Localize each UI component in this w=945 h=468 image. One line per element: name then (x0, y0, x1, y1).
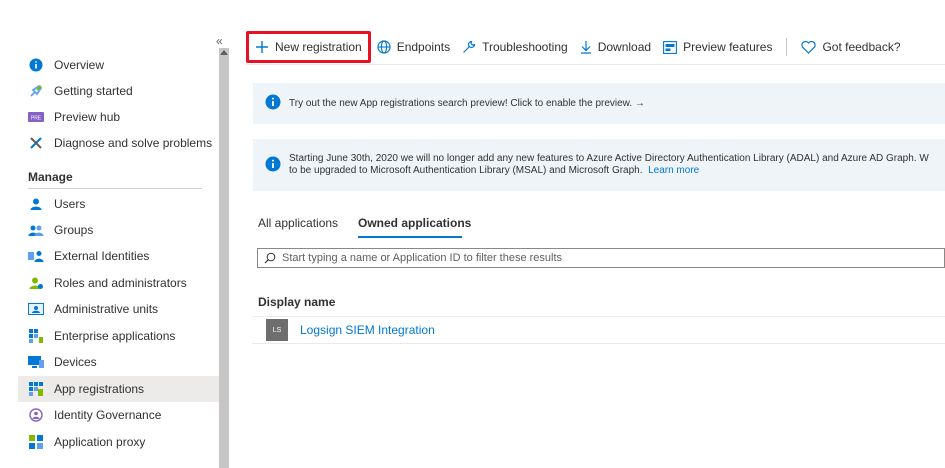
sidebar-item-label: Getting started (54, 84, 133, 98)
table-row[interactable]: LS Logsign SIEM Integration (252, 317, 945, 343)
download-button[interactable]: Download (574, 32, 657, 62)
manage-section-heading: Manage (28, 170, 73, 184)
admin-units-icon (28, 301, 44, 317)
active-tab-indicator (358, 236, 462, 238)
rocket-icon (28, 83, 44, 99)
plus-icon (255, 40, 269, 54)
sidebar-item-app-registrations[interactable]: App registrations (18, 376, 219, 402)
sidebar-item-label: Overview (54, 58, 105, 72)
sidebar-item-label: Identity Governance (54, 408, 162, 422)
new-registration-button[interactable]: New registration (246, 31, 371, 63)
sidebar-item-label: Devices (54, 355, 97, 369)
download-label: Download (597, 40, 652, 54)
sidebar-item-enterprise-apps[interactable]: Enterprise applications (18, 323, 218, 349)
preview-features-icon (663, 40, 678, 54)
got-feedback-label: Got feedback? (822, 40, 901, 54)
filter-input[interactable] (282, 252, 882, 264)
sidebar-item-diagnose[interactable]: Diagnose and solve problems (18, 130, 218, 156)
endpoints-button[interactable]: Endpoints (371, 32, 456, 62)
endpoints-label: Endpoints (396, 40, 451, 54)
sidebar-item-getting-started[interactable]: Getting started (18, 78, 218, 104)
sidebar-item-label: Roles and administrators (54, 276, 187, 290)
wrench-icon (462, 40, 476, 54)
info-icon (265, 156, 281, 175)
svg-text:PRE: PRE (31, 116, 42, 122)
roles-icon (28, 275, 44, 291)
troubleshooting-label: Troubleshooting (482, 40, 568, 54)
info-icon (28, 57, 44, 73)
toolbar-separator (786, 38, 788, 56)
preview-features-label: Preview features (683, 40, 773, 54)
sidebar-item-label: Diagnose and solve problems (54, 136, 213, 150)
identity-governance-icon (28, 407, 44, 423)
sidebar-item-admin-units[interactable]: Administrative units (18, 296, 218, 322)
adal-line-1: Starting June 30th, 2020 we will no long… (289, 153, 929, 164)
new-registration-label: New registration (275, 40, 362, 54)
left-nav-sidebar: « Overview Getting started PRE Preview h… (0, 0, 230, 468)
column-header-display-name[interactable]: Display name (258, 295, 335, 309)
scroll-up-arrow-icon[interactable] (220, 50, 228, 55)
sidebar-item-label: External Identities (54, 249, 150, 263)
app-registrations-icon (28, 381, 44, 397)
sidebar-item-overview[interactable]: Overview (18, 52, 218, 78)
sidebar-item-devices[interactable]: Devices (18, 349, 218, 375)
sidebar-item-label: Groups (54, 223, 94, 237)
info-icon (265, 94, 281, 113)
got-feedback-button[interactable]: Got feedback? (795, 32, 906, 62)
adal-deprecation-text: Starting June 30th, 2020 we will no long… (289, 153, 929, 177)
app-proxy-icon (28, 434, 44, 450)
user-icon (28, 196, 44, 212)
enterprise-apps-icon (28, 328, 44, 344)
group-icon (28, 222, 44, 238)
command-bar: New registration Endpoints Troubleshooti… (246, 30, 907, 64)
external-identities-icon (28, 248, 44, 264)
sidebar-item-external-identities[interactable]: External Identities (18, 243, 218, 269)
toolbar-divider (246, 64, 945, 65)
sidebar-item-label: Administrative units (54, 302, 159, 316)
tab-owned-applications[interactable]: Owned applications (358, 216, 471, 230)
sidebar-item-label: Preview hub (54, 110, 121, 124)
sidebar-item-preview-hub[interactable]: PRE Preview hub (18, 104, 218, 130)
search-preview-banner[interactable]: Try out the new App registrations search… (253, 83, 945, 124)
sidebar-item-label: Users (54, 197, 86, 211)
search-preview-text: Try out the new App registrations search… (289, 97, 645, 109)
adal-line-2: to be upgraded to Microsoft Authenticati… (289, 165, 929, 177)
devices-icon (28, 354, 44, 370)
search-icon (264, 252, 276, 264)
filter-box[interactable] (257, 248, 945, 268)
tab-all-applications[interactable]: All applications (258, 216, 338, 230)
app-name-link[interactable]: Logsign SIEM Integration (300, 323, 435, 337)
wrench-icon (28, 135, 44, 151)
sidebar-item-identity-governance[interactable]: Identity Governance (18, 402, 218, 428)
adal-line-2-text: to be upgraded to Microsoft Authenticati… (289, 165, 643, 176)
sidebar-item-users[interactable]: Users (18, 191, 218, 217)
app-avatar: LS (266, 319, 288, 341)
sidebar-item-groups[interactable]: Groups (18, 217, 218, 243)
adal-deprecation-banner: Starting June 30th, 2020 we will no long… (253, 139, 945, 191)
download-icon (580, 40, 592, 54)
heart-icon (801, 40, 817, 54)
table-row-divider (252, 343, 945, 344)
sidebar-item-label: Application proxy (54, 435, 146, 449)
collapse-sidebar-button[interactable]: « (216, 34, 223, 48)
troubleshooting-button[interactable]: Troubleshooting (456, 32, 574, 62)
sidebar-scrollbar[interactable] (219, 48, 229, 468)
sidebar-item-application-proxy[interactable]: Application proxy (18, 429, 218, 455)
sidebar-item-label: App registrations (54, 382, 145, 396)
sidebar-item-label: Enterprise applications (54, 329, 176, 343)
preview-icon: PRE (28, 109, 44, 125)
sidebar-item-roles[interactable]: Roles and administrators (18, 270, 218, 296)
preview-features-button[interactable]: Preview features (657, 32, 778, 62)
learn-more-link[interactable]: Learn more (648, 165, 699, 176)
globe-icon (377, 40, 391, 54)
section-divider (28, 188, 202, 189)
